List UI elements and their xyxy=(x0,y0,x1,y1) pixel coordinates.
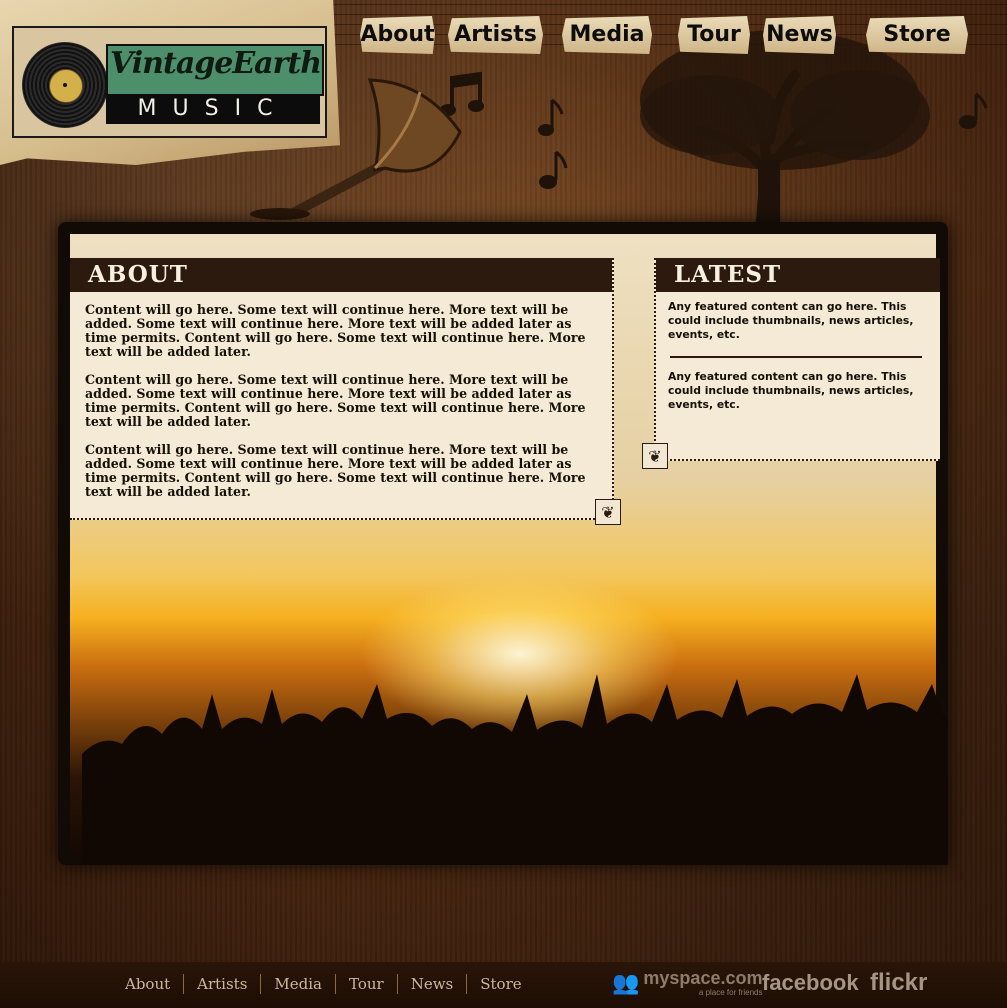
about-paragraph: Content will go here. Some text will con… xyxy=(85,442,586,499)
latest-item[interactable]: Any featured content can go here. This c… xyxy=(668,370,928,412)
about-paragraph: Content will go here. Some text will con… xyxy=(85,302,586,359)
ornament-icon: ❦ xyxy=(595,499,621,525)
footer-link-artists[interactable]: Artists xyxy=(183,974,260,994)
music-note-icon xyxy=(538,98,564,136)
nav-news[interactable]: News xyxy=(763,16,836,54)
footer-link-news[interactable]: News xyxy=(396,974,467,994)
facebook-link[interactable]: facebook xyxy=(762,966,859,1000)
music-note-icon xyxy=(539,150,568,189)
myspace-icon: 👥 xyxy=(612,970,640,996)
site-logo[interactable]: VintageEarth MUSIC xyxy=(0,0,340,165)
footer-link-tour[interactable]: Tour xyxy=(335,974,397,994)
footer-link-about[interactable]: About xyxy=(112,974,183,994)
nav-tour[interactable]: Tour xyxy=(678,16,750,54)
logo-subtitle: MUSIC xyxy=(106,94,320,124)
myspace-label: myspace.com xyxy=(643,968,763,988)
nav-media[interactable]: Media xyxy=(562,16,652,54)
vinyl-record-icon xyxy=(22,42,108,128)
nav-artists[interactable]: Artists xyxy=(448,16,543,54)
nav-about[interactable]: About xyxy=(360,16,435,54)
about-body: Content will go here. Some text will con… xyxy=(70,292,612,499)
footer-link-media[interactable]: Media xyxy=(260,974,335,994)
music-note-icon xyxy=(959,92,988,129)
footer-navigation: About Artists Media Tour News Store xyxy=(112,970,535,998)
ornament-icon: ❦ xyxy=(642,443,668,469)
footer: About Artists Media Tour News Store 👥 my… xyxy=(0,962,1007,1008)
myspace-link[interactable]: 👥 myspace.com a place for friends xyxy=(612,966,762,1000)
flickr-link[interactable]: flickr xyxy=(870,966,927,1000)
latest-item[interactable]: Any featured content can go here. This c… xyxy=(668,300,928,342)
latest-body: Any featured content can go here. This c… xyxy=(656,292,940,412)
about-paragraph: Content will go here. Some text will con… xyxy=(85,372,586,429)
latest-panel: LATEST Any featured content can go here.… xyxy=(654,258,940,461)
latest-heading: LATEST xyxy=(656,258,940,292)
logo-panel: VintageEarth MUSIC xyxy=(12,26,327,138)
crowd-silhouette xyxy=(82,674,948,865)
footer-link-store[interactable]: Store xyxy=(466,974,534,994)
divider xyxy=(670,356,922,358)
about-panel: ABOUT Content will go here. Some text wi… xyxy=(70,258,614,520)
myspace-tagline: a place for friends xyxy=(698,988,763,997)
about-heading: ABOUT xyxy=(70,258,612,292)
top-navigation: About Artists Media Tour News Store xyxy=(360,16,980,62)
nav-store[interactable]: Store xyxy=(866,16,968,54)
logo-title: VintageEarth xyxy=(110,46,322,81)
